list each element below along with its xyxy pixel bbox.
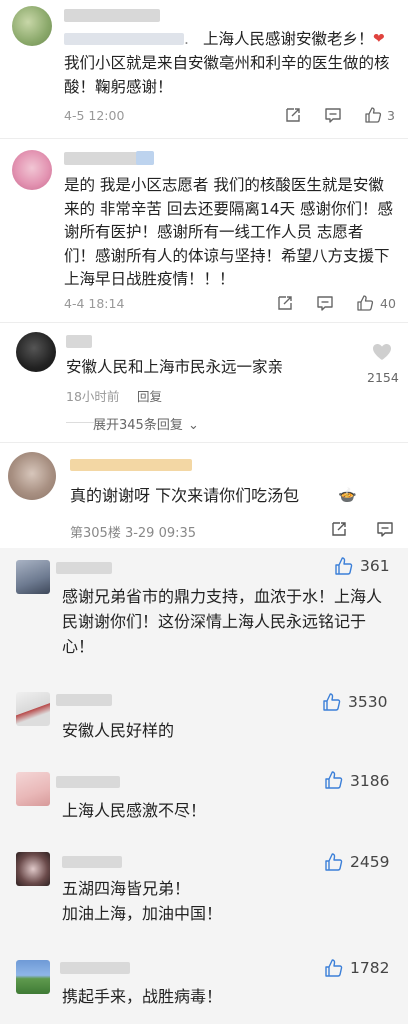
username[interactable] (64, 9, 160, 22)
thumbs-up-icon[interactable] (324, 852, 344, 872)
username[interactable] (70, 459, 192, 471)
avatar[interactable] (8, 452, 56, 500)
badge-icon (136, 151, 154, 165)
divider (0, 322, 408, 323)
like-count: 3186 (350, 772, 390, 790)
comment-time: 4-4 18:14 (64, 296, 125, 311)
divider (66, 422, 94, 423)
mention-name[interactable] (64, 33, 184, 45)
avatar[interactable] (12, 6, 52, 46)
reply-button[interactable]: 回复 (137, 386, 162, 405)
username[interactable] (56, 776, 120, 788)
like-count: 1782 (350, 959, 390, 977)
thumbs-up-icon[interactable] (322, 692, 342, 712)
expand-replies-label: 展开345条回复 (93, 418, 183, 433)
floor-time: 第305楼 3-29 09:35 (70, 526, 197, 541)
thumbs-up-icon[interactable] (324, 958, 344, 978)
like-count: 3 (387, 108, 395, 123)
comment-text: 五湖四海皆兄弟！ 加油上海，加油中国！ (62, 879, 223, 923)
comment-time: 18小时前 (66, 389, 120, 404)
thumbs-up-icon[interactable] (334, 556, 354, 576)
comment-text: 是的 我是小区志愿者 我们的核酸医生就是安徽来的 非常辛苦 回去还要隔离14天 … (64, 176, 394, 288)
like-count: 40 (380, 296, 396, 311)
comment-icon[interactable] (324, 106, 342, 124)
avatar[interactable] (12, 150, 52, 190)
share-icon[interactable] (276, 294, 294, 312)
comment-text: 上海人民感激不尽！ (62, 801, 207, 820)
username[interactable] (60, 962, 130, 974)
divider (0, 442, 408, 443)
username[interactable] (66, 335, 92, 348)
avatar[interactable] (16, 852, 50, 886)
username[interactable] (56, 562, 112, 574)
mention-suffix: . (184, 30, 189, 48)
thumbs-up-icon[interactable] (364, 106, 382, 124)
comment-text: 感谢兄弟省市的鼎力支持，血浓于水！上海人民谢谢你们！这份深情上海人民永远铭记于心… (62, 587, 383, 656)
share-icon[interactable] (284, 106, 302, 124)
comment-text: 安徽人民和上海市民永远一家亲 (66, 358, 284, 376)
heart-like-icon[interactable] (372, 343, 392, 361)
thumbs-up-icon[interactable] (324, 770, 344, 790)
comment-text: 安徽人民好样的 (62, 721, 175, 740)
comment-text: 携起手来，战胜病毒！ (62, 987, 223, 1006)
avatar[interactable] (16, 332, 56, 372)
like-count: 361 (360, 557, 390, 575)
comment-icon[interactable] (316, 294, 334, 312)
username[interactable] (62, 856, 122, 868)
avatar[interactable] (16, 560, 50, 594)
like-count: 2459 (350, 853, 390, 871)
username[interactable] (56, 694, 112, 706)
comment-icon[interactable] (376, 520, 394, 538)
divider (0, 138, 408, 139)
heart-icon: ❤ (373, 31, 385, 47)
avatar[interactable] (16, 692, 50, 726)
comment-text: 我们小区就是来自安徽亳州和利辛的医生做的核酸！鞠躬感谢！ (64, 54, 390, 96)
thumbs-up-icon[interactable] (356, 294, 374, 312)
avatar[interactable] (16, 772, 50, 806)
like-count: 2154 (367, 370, 399, 385)
soup-bowl-emoji-icon: 🍲 (338, 486, 357, 504)
share-icon[interactable] (330, 520, 348, 538)
comment-text: 真的谢谢呀 下次来请你们吃汤包 (70, 486, 300, 505)
avatar[interactable] (16, 960, 50, 994)
expand-replies-button[interactable]: 展开345条回复 ⌄ (93, 414, 199, 433)
like-count: 3530 (348, 693, 388, 711)
comment-time: 4-5 12:00 (64, 108, 125, 123)
chevron-down-icon: ⌄ (187, 418, 199, 433)
comment-text: 上海人民感谢安徽老乡！ (203, 30, 374, 48)
